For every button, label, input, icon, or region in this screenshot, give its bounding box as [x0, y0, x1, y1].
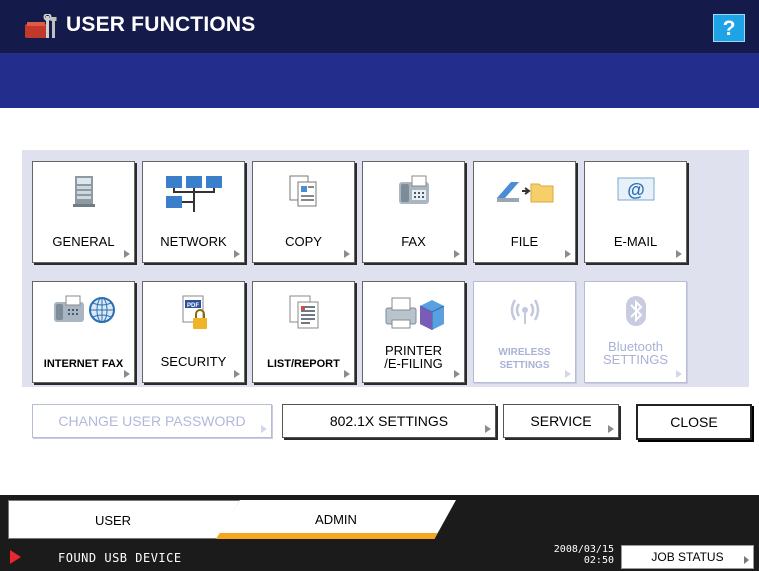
pdf-lock-icon: PDF [182, 295, 207, 329]
tab-admin[interactable]: ADMIN [216, 500, 456, 539]
arrow-icon [565, 370, 571, 378]
title-bar: USER FUNCTIONS [0, 0, 759, 53]
wireless-settings-tile: WIRELESS SETTINGS [473, 281, 576, 383]
arrow-icon [454, 250, 460, 258]
scan-to-folder-icon [496, 182, 553, 203]
arrow-icon [344, 250, 350, 258]
fax-tile[interactable]: FAX [362, 161, 465, 263]
service-label: SERVICE [530, 413, 592, 429]
fax-icon [398, 175, 429, 204]
service-button[interactable]: SERVICE [503, 404, 619, 438]
arrow-icon [234, 370, 240, 378]
general-label: GENERAL [52, 234, 115, 249]
printer-box-icon [385, 297, 444, 330]
tab-user[interactable]: USER [8, 500, 240, 539]
close-label: CLOSE [670, 414, 718, 430]
wireless-settings-label-line1: WIRELESS [498, 347, 551, 358]
copy-documents-icon [289, 175, 316, 207]
email-icon: @ [617, 177, 654, 201]
copier-icon [72, 176, 95, 207]
status-date: 2008/03/15 [553, 544, 614, 555]
change-user-password-label: CHANGE USER PASSWORD [58, 413, 246, 429]
network-tile[interactable]: NETWORK [142, 161, 245, 263]
file-tile[interactable]: FILE [473, 161, 576, 263]
arrow-icon [608, 425, 614, 433]
date-time: 2008/03/15 02:50 [540, 544, 614, 566]
copy-label: COPY [285, 234, 322, 249]
security-tile[interactable]: PDF SECURITY [142, 281, 245, 383]
wireless-settings-label-line2: SETTINGS [499, 360, 550, 371]
page-title: USER FUNCTIONS [66, 13, 256, 36]
security-label: SECURITY [160, 354, 227, 369]
printer-efiling-label-line2: /E-FILING [384, 356, 443, 371]
dot1x-settings-label: 802.1X SETTINGS [329, 413, 449, 429]
tools-icon [25, 14, 57, 38]
job-status-button[interactable]: JOB STATUS [621, 545, 754, 569]
fax-label: FAX [401, 234, 426, 249]
printer-efiling-label: PRINTER /E-FILING [363, 344, 464, 370]
svg-text:@: @ [627, 180, 645, 200]
network-label: NETWORK [160, 234, 227, 249]
tab-admin-active-indicator [216, 533, 456, 539]
general-tile[interactable]: GENERAL [32, 161, 135, 263]
arrow-icon [744, 556, 749, 564]
tab-user-label: USER [94, 513, 132, 528]
internet-fax-tile[interactable]: INTERNET FAX [32, 281, 135, 383]
tab-admin-label: ADMIN [315, 512, 357, 527]
list-report-label: LIST/REPORT [267, 358, 340, 370]
arrow-icon [676, 250, 682, 258]
wireless-icon [510, 299, 539, 324]
status-time: 02:50 [583, 555, 614, 566]
arrow-icon [344, 370, 350, 378]
arrow-icon [565, 250, 571, 258]
status-message: FOUND USB DEVICE [58, 551, 182, 565]
job-status-label: JOB STATUS [651, 550, 724, 564]
file-label: FILE [510, 234, 539, 249]
network-icon [165, 176, 222, 212]
bluetooth-settings-tile: Bluetooth SETTINGS [584, 281, 687, 383]
internet-fax-icon [53, 295, 115, 323]
arrow-icon [234, 250, 240, 258]
arrow-icon [124, 250, 130, 258]
change-user-password-button: CHANGE USER PASSWORD [32, 404, 272, 438]
email-label: E-MAIL [613, 234, 658, 249]
arrow-icon [261, 425, 267, 433]
list-report-icon [289, 295, 318, 329]
printer-efiling-tile[interactable]: PRINTER /E-FILING [362, 281, 465, 383]
dot1x-settings-button[interactable]: 802.1X SETTINGS [282, 404, 496, 438]
svg-text:PDF: PDF [187, 303, 199, 309]
arrow-icon [485, 425, 491, 433]
close-button[interactable]: CLOSE [636, 404, 752, 440]
copy-tile[interactable]: COPY [252, 161, 355, 263]
arrow-icon [124, 370, 130, 378]
arrow-icon [454, 370, 460, 378]
sub-header-bar [0, 53, 759, 108]
status-alert-icon [10, 550, 21, 564]
wireless-settings-label: WIRELESS SETTINGS [474, 346, 575, 372]
email-tile[interactable]: @ E-MAIL [584, 161, 687, 263]
bluetooth-icon [625, 296, 646, 326]
help-button[interactable]: ? [713, 14, 745, 42]
arrow-icon [676, 370, 682, 378]
list-report-tile[interactable]: LIST/REPORT [252, 281, 355, 383]
internet-fax-label: INTERNET FAX [43, 358, 124, 370]
bluetooth-settings-label-line2: SETTINGS [602, 352, 668, 367]
bluetooth-settings-label: Bluetooth SETTINGS [585, 340, 686, 366]
